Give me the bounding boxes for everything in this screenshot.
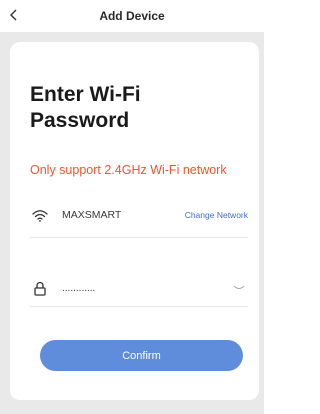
password-input[interactable] [62,282,202,294]
header-bar: Add Device [0,0,264,32]
eye-closed-icon[interactable] [230,281,248,295]
network-divider [30,237,248,238]
password-row [30,277,248,299]
wifi-icon [30,205,50,225]
network-row: MAXSMART Change Network [30,204,248,226]
change-network-link[interactable]: Change Network [185,210,248,220]
network-ssid: MAXSMART [62,209,122,221]
password-divider [30,306,248,307]
form-heading: Enter Wi-Fi Password [30,83,141,132]
confirm-button[interactable]: Confirm [40,340,243,371]
wifi-warning-text: Only support 2.4GHz Wi-Fi network [30,163,227,177]
page-title: Add Device [99,9,165,23]
lock-icon [30,278,50,298]
